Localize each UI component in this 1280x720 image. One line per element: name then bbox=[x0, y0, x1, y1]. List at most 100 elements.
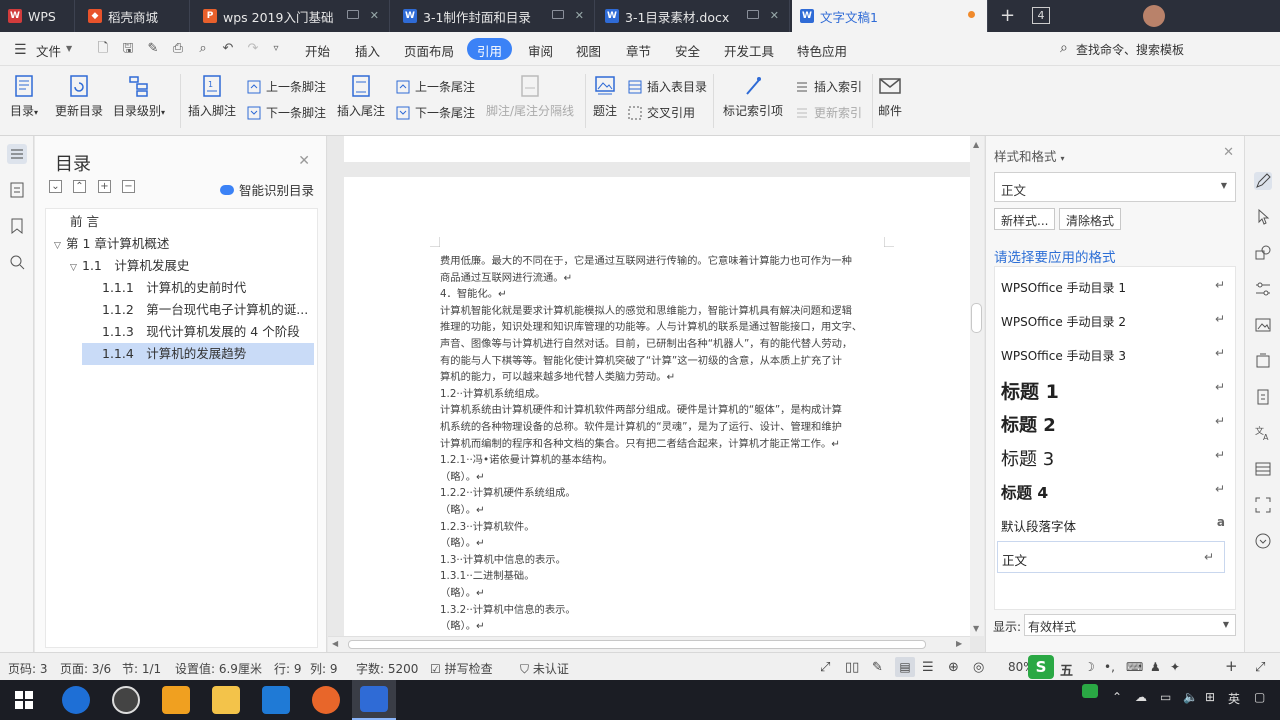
separator-line-button[interactable]: 脚注/尾注分隔线 bbox=[486, 66, 574, 119]
status-page-count[interactable]: 页面: 3/6 bbox=[60, 660, 111, 677]
show-styles-select[interactable]: 有效样式 ▼ bbox=[1024, 614, 1236, 636]
add-level-icon[interactable]: + bbox=[98, 180, 111, 193]
tab-toc-material[interactable]: W 3-1目录素材.docx ✕ bbox=[597, 0, 790, 32]
undo-icon[interactable]: ↶ bbox=[220, 41, 236, 57]
style-item-normal[interactable]: 正文 ↵ bbox=[997, 541, 1225, 573]
close-icon[interactable]: ✕ bbox=[770, 9, 779, 22]
mark-index-button[interactable]: 标记索引项 bbox=[723, 66, 783, 119]
toc-item-chapter1[interactable]: ▽ 第 1 章计算机概述 bbox=[54, 233, 310, 255]
document-line[interactable]: 1.2.3··计算机软件。 bbox=[440, 519, 535, 536]
document-line[interactable]: （略）。↵ bbox=[440, 502, 485, 519]
avatar[interactable] bbox=[1143, 5, 1165, 27]
toc-level-button[interactable]: 目录级别▾ bbox=[113, 66, 165, 119]
insert-footnote-button[interactable]: 1 插入脚注 bbox=[188, 66, 236, 119]
tab-cover-toc[interactable]: W 3-1制作封面和目录 ✕ bbox=[395, 0, 595, 32]
toc-nav-icon[interactable] bbox=[7, 144, 27, 164]
scroll-up-icon[interactable]: ▲ bbox=[973, 140, 979, 149]
menu-start[interactable]: 开始 bbox=[305, 41, 330, 60]
document-line[interactable]: 商品通过互联网进行流通。↵ bbox=[440, 270, 572, 287]
select-cursor-icon[interactable] bbox=[1254, 208, 1272, 226]
toc-item-preface[interactable]: 前 言 bbox=[70, 211, 310, 233]
vertical-scrollbar[interactable]: ▲ ▼ bbox=[970, 136, 984, 636]
menu-view[interactable]: 视图 bbox=[576, 41, 601, 60]
expand-up-icon[interactable]: ⌃ bbox=[73, 180, 86, 193]
horizontal-scrollbar[interactable]: ◀ ▶ bbox=[328, 636, 970, 652]
eye-protect-icon[interactable]: ◎ bbox=[973, 660, 984, 675]
image-icon[interactable] bbox=[1254, 316, 1272, 334]
scroll-left-icon[interactable]: ◀ bbox=[332, 639, 338, 648]
toc-item-1-1-2[interactable]: 1.1.2 第一台现代电子计算机的诞... bbox=[102, 299, 312, 321]
certification-button[interactable]: ⛉ 未认证 bbox=[520, 660, 569, 677]
document-line[interactable]: 4．智能化。↵ bbox=[440, 286, 507, 303]
spell-check-button[interactable]: ☑ 拼写检查 bbox=[430, 660, 493, 677]
document-share-icon[interactable] bbox=[1254, 388, 1272, 406]
document-line[interactable]: （略）。↵ bbox=[440, 618, 485, 635]
format-painter-icon[interactable]: ✎ bbox=[145, 41, 161, 57]
document-line[interactable]: 1.2··计算机系统组成。 bbox=[440, 386, 545, 403]
backup-icon[interactable] bbox=[1254, 352, 1272, 370]
cloud-icon[interactable]: ☁ bbox=[1135, 690, 1147, 704]
document-line[interactable]: （略）。↵ bbox=[440, 535, 485, 552]
scroll-right-icon[interactable]: ▶ bbox=[956, 639, 962, 648]
document-line[interactable]: （略）。↵ bbox=[440, 585, 485, 602]
chevron-down-icon[interactable]: ▽ bbox=[54, 235, 66, 255]
pen-mode-icon[interactable]: ✎ bbox=[872, 660, 883, 675]
document-line[interactable]: 计算机系统由计算机硬件和计算机软件两部分组成。硬件是计算机的“躯体”，是构成计算 bbox=[440, 402, 842, 419]
menu-references[interactable]: 引用 bbox=[467, 38, 513, 60]
battery-icon[interactable]: ▭ bbox=[1160, 690, 1171, 704]
moon-icon[interactable]: ☽ bbox=[1084, 660, 1095, 674]
style-item-default-font[interactable]: 默认段落字体 a bbox=[995, 505, 1235, 539]
insert-index-button[interactable]: 插入索引 bbox=[795, 78, 862, 95]
menu-security[interactable]: 安全 bbox=[675, 41, 700, 60]
tab-wps-basics[interactable]: P wps 2019入门基础 ✕ bbox=[195, 0, 390, 32]
toc-item-1-1-4[interactable]: 1.1.4 计算机的发展趋势 bbox=[82, 343, 314, 365]
toc-item-1-1-3[interactable]: 1.1.3 现代计算机发展的 4 个阶段 bbox=[102, 321, 317, 343]
status-word-count[interactable]: 字数: 5200 bbox=[356, 660, 418, 677]
store-icon[interactable] bbox=[262, 686, 290, 714]
prev-footnote-button[interactable]: 上一条脚注 bbox=[247, 78, 326, 95]
volume-icon[interactable]: 🔈 bbox=[1183, 690, 1198, 704]
translate-icon[interactable]: 文A bbox=[1254, 424, 1272, 442]
new-tab-button[interactable]: + bbox=[1000, 5, 1015, 26]
update-toc-button[interactable]: 更新目录 bbox=[55, 66, 103, 119]
toc-button[interactable]: 目录▾ bbox=[10, 66, 38, 119]
prev-endnote-button[interactable]: 上一条尾注 bbox=[396, 78, 475, 95]
punct-icon[interactable]: •, bbox=[1104, 660, 1115, 674]
menu-features[interactable]: 特色应用 bbox=[797, 41, 847, 60]
menu-review[interactable]: 审阅 bbox=[528, 41, 553, 60]
document-line[interactable]: 机系统的各种物理设备的总称。软件是计算机的“灵魂”，是为了运行、设计、管理和维护 bbox=[440, 419, 842, 436]
collapse-all-icon[interactable]: ⌄ bbox=[49, 180, 62, 193]
bookmark-icon[interactable] bbox=[7, 216, 27, 236]
outline-view-icon[interactable]: ☰ bbox=[922, 660, 934, 675]
zoom-in-icon[interactable]: + bbox=[1225, 657, 1238, 675]
shapes-icon[interactable] bbox=[1254, 244, 1272, 262]
document-line[interactable]: 计算机智能化就是要求计算机能模拟人的感觉和思维能力，智能计算机具有解决问题和逻辑 bbox=[440, 303, 852, 320]
customize-icon[interactable]: ▿ bbox=[268, 41, 284, 57]
toc-item-1-1-1[interactable]: 1.1.1 计算机的史前时代 bbox=[102, 277, 317, 299]
tab-text-doc1[interactable]: W 文字文稿1 bbox=[792, 0, 988, 32]
tab-docer[interactable]: ◆ 稻壳商城 bbox=[80, 0, 190, 32]
mail-button[interactable]: 邮件 bbox=[878, 66, 902, 119]
table-icon[interactable] bbox=[1254, 460, 1272, 478]
document-line[interactable]: 1.3.2··计算机中信息的表示。 bbox=[440, 602, 576, 619]
network-icon[interactable]: ⊞ bbox=[1205, 690, 1215, 704]
document-line[interactable]: （略）。↵ bbox=[440, 469, 485, 486]
menu-layout[interactable]: 页面布局 bbox=[404, 41, 454, 60]
window-count-badge[interactable]: 4 bbox=[1032, 7, 1050, 24]
chevron-down-icon[interactable]: ▽ bbox=[70, 257, 82, 277]
scroll-down-icon[interactable]: ▼ bbox=[973, 624, 979, 633]
document-line[interactable]: 1.3··计算机中信息的表示。 bbox=[440, 552, 566, 569]
toc-item-1-1[interactable]: ▽ 1.1 计算机发展史 bbox=[70, 255, 310, 277]
keyboard-icon[interactable]: ⌨ bbox=[1126, 660, 1143, 674]
document-line[interactable]: 有的能与人下棋等等。智能化使计算机突破了“计算”这一初级的含意，从本质上扩充了计 bbox=[440, 353, 842, 370]
close-icon[interactable]: ✕ bbox=[298, 153, 310, 169]
firefox-icon[interactable] bbox=[312, 686, 340, 714]
menu-insert[interactable]: 插入 bbox=[355, 41, 380, 60]
clear-format-button[interactable]: 清除格式 bbox=[1059, 208, 1122, 230]
next-endnote-button[interactable]: 下一条尾注 bbox=[396, 104, 475, 121]
update-index-button[interactable]: 更新索引 bbox=[795, 104, 862, 121]
chevron-down-icon[interactable]: ▼ bbox=[1223, 620, 1229, 629]
close-icon[interactable]: ✕ bbox=[575, 9, 584, 22]
tab-wps-home[interactable]: W WPS bbox=[0, 0, 75, 32]
current-style-select[interactable]: 正文 ▼ bbox=[994, 172, 1236, 202]
